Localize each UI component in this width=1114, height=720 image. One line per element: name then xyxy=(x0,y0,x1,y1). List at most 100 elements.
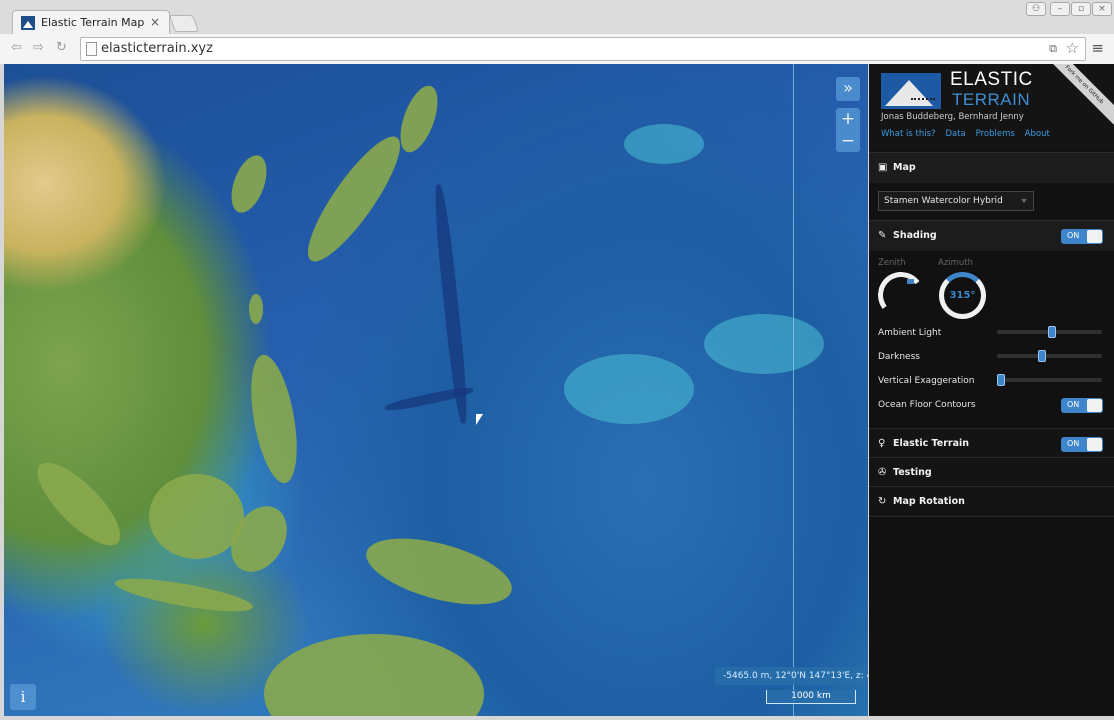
darkness-slider[interactable] xyxy=(997,350,1102,362)
map-section-header[interactable]: ▣ Map xyxy=(869,153,1114,183)
elastic-section-label: Elastic Terrain xyxy=(893,438,970,449)
azimuth-value: 315° xyxy=(949,290,976,301)
reload-icon[interactable]: ↻ xyxy=(56,40,67,55)
section-testing: ✇ Testing xyxy=(869,457,1114,488)
ambient-light-label: Ambient Light xyxy=(878,328,942,338)
darkness-label: Darkness xyxy=(878,352,920,362)
page-icon xyxy=(86,42,97,56)
elastic-toggle-text: ON xyxy=(1067,439,1080,448)
browser-tab[interactable]: Elastic Terrain Map × xyxy=(12,10,170,35)
slider-thumb[interactable] xyxy=(1038,350,1046,362)
minimize-icon[interactable]: – xyxy=(1050,2,1070,16)
header-links: What is this? Data Problems About xyxy=(881,129,1057,139)
wrench-icon: ✇ xyxy=(878,467,887,478)
shading-toggle[interactable]: ON xyxy=(1061,229,1103,244)
collapse-panel-button[interactable]: » xyxy=(836,77,860,101)
info-button[interactable]: i xyxy=(10,684,36,710)
basemap-select[interactable]: Stamen Watercolor Hybrid xyxy=(878,191,1034,211)
zoom-out-button[interactable]: − xyxy=(836,130,860,152)
zenith-handle[interactable] xyxy=(907,279,914,284)
java-landmass xyxy=(113,572,255,618)
link-what-is-this[interactable]: What is this? xyxy=(881,129,936,139)
tab-close-icon[interactable]: × xyxy=(150,15,160,29)
reef-area xyxy=(624,124,704,164)
shading-section-label: Shading xyxy=(893,230,937,241)
authors: Jonas Buddeberg, Bernhard Jenny xyxy=(881,112,1024,122)
reef-area xyxy=(564,354,694,424)
link-about[interactable]: About xyxy=(1025,129,1050,139)
japan-landmass xyxy=(294,126,414,272)
translate-icon[interactable]: ⧉ xyxy=(1049,42,1057,56)
toggle-knob xyxy=(1087,438,1102,451)
browser-chrome: Elastic Terrain Map × ⚇ – ▫ × ⇦ ⇨ ↻ elas… xyxy=(0,0,1114,64)
sumatra-landmass xyxy=(25,450,133,558)
back-icon[interactable]: ⇦ xyxy=(11,40,22,55)
ambient-light-slider[interactable] xyxy=(997,326,1102,338)
australia-landmass xyxy=(264,634,484,716)
shading-toggle-text: ON xyxy=(1067,231,1080,240)
link-data[interactable]: Data xyxy=(945,129,965,139)
hokkaido-landmass xyxy=(392,80,446,158)
chevron-down-icon xyxy=(1021,199,1027,203)
new-tab-button[interactable] xyxy=(168,15,200,32)
section-map-rotation: ↻ Map Rotation xyxy=(869,486,1114,517)
zenith-dial[interactable] xyxy=(875,269,927,321)
logo-text-terrain: TERRAIN xyxy=(952,90,1031,109)
bookmark-star-icon[interactable]: ☆ xyxy=(1066,39,1079,57)
slider-thumb[interactable] xyxy=(1048,326,1056,338)
address-bar[interactable]: elasticterrain.xyz ⧉ ☆ xyxy=(80,37,1086,61)
rotation-section-label: Map Rotation xyxy=(893,496,965,507)
zoom-in-button[interactable]: + xyxy=(836,108,860,130)
url-text[interactable]: elasticterrain.xyz xyxy=(101,41,213,56)
new-guinea-landmass xyxy=(359,525,519,618)
control-panel: ELASTIC TERRAIN Jonas Buddeberg, Bernhar… xyxy=(869,64,1114,716)
section-shading: ✎ Shading ON xyxy=(869,220,1114,251)
taiwan-landmass xyxy=(249,294,263,324)
slider-thumb[interactable] xyxy=(997,374,1005,386)
reef-area xyxy=(704,314,824,374)
toggle-knob xyxy=(1087,399,1102,412)
fork-github-ribbon[interactable]: Fork me on GitHub xyxy=(1043,64,1114,126)
section-elastic-terrain: ♀ Elastic Terrain ON xyxy=(869,428,1114,459)
azimuth-label: Azimuth xyxy=(938,258,974,268)
rotation-section-header[interactable]: ↻ Map Rotation xyxy=(869,487,1114,517)
mouse-cursor-icon xyxy=(476,414,483,425)
tab-strip: Elastic Terrain Map × ⚇ – ▫ × xyxy=(0,0,1114,35)
coordinate-readout: -5465.0 m, 12°0'N 147°13'E, z: 4 xyxy=(715,667,868,685)
terrain-map[interactable]: » + − -5465.0 m, 12°0'N 147°13'E, z: 4 1… xyxy=(4,64,868,716)
testing-section-header[interactable]: ✇ Testing xyxy=(869,458,1114,488)
panel-header: ELASTIC TERRAIN Jonas Buddeberg, Bernhar… xyxy=(869,64,1114,150)
elastic-toggle[interactable]: ON xyxy=(1061,437,1103,452)
vertical-exaggeration-slider[interactable] xyxy=(997,374,1102,386)
image-icon: ▣ xyxy=(878,162,888,173)
divider xyxy=(869,516,1114,517)
bulb-icon: ♀ xyxy=(878,438,886,449)
contours-toggle-text: ON xyxy=(1067,400,1080,409)
map-section-label: Map xyxy=(893,162,916,173)
testing-section-label: Testing xyxy=(893,467,932,478)
contours-toggle[interactable]: ON xyxy=(1061,398,1103,413)
meridian-line xyxy=(793,64,794,716)
window-close-icon[interactable]: × xyxy=(1092,2,1112,16)
shading-section-header[interactable]: ✎ Shading ON xyxy=(869,221,1114,251)
profile-icon[interactable]: ⚇ xyxy=(1026,2,1046,16)
maximize-icon[interactable]: ▫ xyxy=(1071,2,1091,16)
toggle-knob xyxy=(1087,230,1102,243)
zenith-label: Zenith xyxy=(878,258,906,268)
logo-text-elastic: ELASTIC xyxy=(950,69,1033,90)
scale-bar: 1000 km xyxy=(766,690,856,704)
elastic-terrain-logo-icon xyxy=(881,73,941,109)
philippines-landmass xyxy=(243,351,305,487)
vertical-exaggeration-label: Vertical Exaggeration xyxy=(878,376,975,386)
browser-toolbar: ⇦ ⇨ ↻ elasticterrain.xyz ⧉ ☆ ≡ xyxy=(0,34,1114,64)
zoom-control: + − xyxy=(836,108,860,152)
elastic-section-header[interactable]: ♀ Elastic Terrain ON xyxy=(869,429,1114,459)
ocean-floor-contours-label: Ocean Floor Contours xyxy=(878,400,976,410)
korea-landmass xyxy=(224,150,274,218)
forward-icon[interactable]: ⇨ xyxy=(33,40,44,55)
link-problems[interactable]: Problems xyxy=(976,129,1015,139)
borneo-landmass xyxy=(149,474,244,559)
browser-menu-icon[interactable]: ≡ xyxy=(1091,39,1104,57)
section-map: ▣ Map xyxy=(869,152,1114,183)
basemap-select-value: Stamen Watercolor Hybrid xyxy=(884,196,1003,206)
